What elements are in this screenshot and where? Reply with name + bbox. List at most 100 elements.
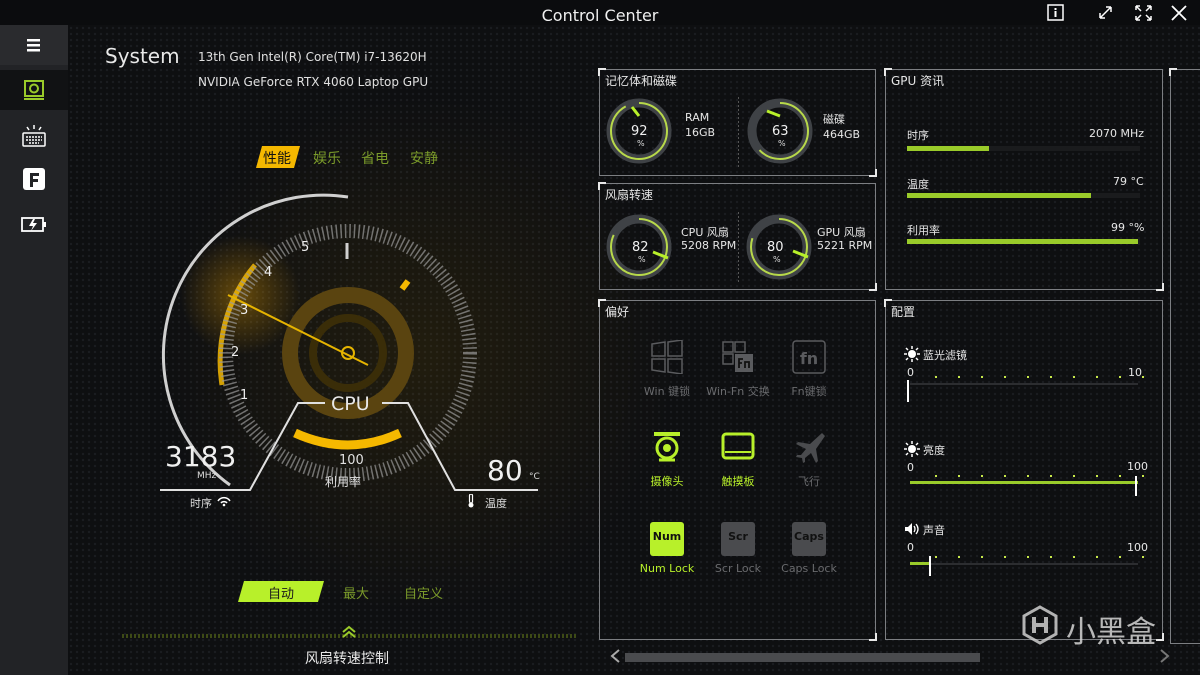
slider-dot — [1142, 556, 1144, 558]
fan-control-title[interactable]: 风扇转速控制 — [305, 648, 389, 668]
config-title: 配置 — [891, 305, 916, 319]
caps-lock-icon: Caps — [792, 522, 826, 556]
memory-divider — [738, 97, 739, 167]
gpu-temp-bar — [907, 193, 1140, 198]
speaker-icon — [905, 523, 919, 535]
volume-slider[interactable] — [910, 562, 1138, 565]
volume-min: 0 — [907, 541, 914, 554]
blue-light-handle[interactable] — [907, 380, 911, 402]
disk-unit: % — [778, 139, 786, 148]
close-icon[interactable] — [1168, 3, 1190, 23]
gpu-fan-value: 80 — [767, 240, 784, 255]
pref-win-lock[interactable]: Win 键锁 — [627, 339, 707, 399]
mode-performance[interactable]: 性能 — [263, 148, 291, 168]
slider-dot — [935, 475, 937, 477]
sidebar — [0, 25, 68, 675]
gpu-usage-value: 99 °% — [1111, 221, 1145, 234]
gpu-usage-bar — [907, 239, 1140, 244]
gpu-clock-bar-fill — [907, 146, 989, 151]
mode-power-saving[interactable]: 省电 — [361, 148, 389, 168]
fan-mode-custom[interactable]: 自定义 — [404, 583, 443, 602]
fan-mode-max[interactable]: 最大 — [343, 583, 369, 602]
pref-touchpad[interactable]: 触摸板 — [698, 430, 778, 489]
cpu-clock-value: 3183 — [165, 440, 237, 473]
svg-text:fn: fn — [800, 349, 818, 368]
chevron-up-icon[interactable] — [341, 625, 357, 639]
pref-win-fn-swap[interactable]: Win-Fn 交换 — [698, 340, 778, 399]
volume-slider-fill — [910, 562, 931, 565]
gpu-clock-bar — [907, 146, 1140, 151]
slider-dot — [1050, 475, 1052, 477]
mode-entertainment[interactable]: 娱乐 — [313, 148, 341, 168]
sidebar-item-battery[interactable] — [0, 205, 68, 245]
gauge-tick-1: 1 — [240, 388, 249, 403]
sidebar-item-fn[interactable] — [0, 160, 68, 200]
gpu-info-title: GPU 资讯 — [891, 74, 945, 88]
cpu-usage-value: 100 — [339, 453, 364, 468]
win-fn-swap-icon — [722, 341, 753, 372]
volume-handle[interactable] — [929, 556, 933, 576]
menu-icon — [27, 39, 40, 52]
ram-label: RAM — [685, 111, 710, 124]
slider-dot — [981, 376, 983, 378]
volume-max: 100 — [1127, 541, 1148, 554]
scrollbar-thumb[interactable] — [625, 653, 980, 662]
fan-mode-auto[interactable]: 自动 — [268, 583, 294, 602]
brightness-slider-fill — [910, 481, 1138, 484]
volume-label: 声音 — [923, 524, 945, 537]
disk-value: 63 — [772, 124, 789, 139]
sidebar-item-system[interactable] — [0, 70, 68, 110]
scroll-left-icon[interactable] — [608, 648, 622, 664]
slider-dot — [1119, 556, 1121, 558]
slider-dot — [981, 475, 983, 477]
gpu-usage-bar-fill — [907, 239, 1138, 244]
brightness-slider[interactable] — [910, 481, 1138, 484]
cpu-temp-label: 温度 — [485, 497, 507, 510]
scroll-right-icon[interactable] — [1158, 648, 1172, 664]
blue-light-min: 0 — [907, 366, 914, 379]
maximize-icon[interactable] — [1133, 3, 1155, 23]
sidebar-item-keyboard[interactable] — [0, 117, 68, 157]
pref-fn-lock[interactable]: fn Fn键锁 — [769, 340, 849, 399]
pref-num-lock[interactable]: Num Num Lock — [627, 522, 707, 575]
cpu-fan-value: 82 — [632, 240, 649, 255]
slider-dot — [958, 376, 960, 378]
num-lock-icon: Num — [650, 522, 684, 556]
gpu-temp-value: 79 °C — [1113, 175, 1144, 188]
gauge-tick-2: 2 — [231, 345, 240, 360]
ram-size: 16GB — [685, 126, 716, 139]
fan-speed-title: 风扇转速 — [605, 188, 654, 202]
slider-dot — [1119, 376, 1121, 378]
slider-dot — [1142, 376, 1144, 378]
slider-dot — [1050, 376, 1052, 378]
cpu-clock-unit: MHz — [197, 471, 217, 481]
blue-light-max: 10 — [1128, 366, 1142, 379]
cpu-label: CPU — [331, 393, 370, 415]
memory-title: 记忆体和磁碟 — [605, 74, 678, 88]
pref-caps-lock[interactable]: Caps Caps Lock — [769, 522, 849, 575]
cpu-icon — [24, 80, 44, 100]
slider-dot — [958, 556, 960, 558]
pref-camera[interactable]: 摄像头 — [627, 430, 707, 489]
slider-dot — [958, 475, 960, 477]
restore-icon[interactable] — [1095, 3, 1117, 23]
windows-icon — [651, 339, 683, 375]
mode-quiet[interactable]: 安静 — [410, 148, 438, 168]
blue-light-slider[interactable] — [910, 383, 1138, 385]
slider-dot — [981, 556, 983, 558]
slider-dot — [1004, 376, 1006, 378]
disk-size: 464GB — [823, 128, 861, 141]
pref-scroll-lock[interactable]: Scr Scr Lock — [698, 522, 778, 575]
info-icon[interactable] — [1045, 3, 1067, 23]
ram-value: 92 — [631, 124, 648, 139]
menu-button[interactable] — [0, 25, 68, 65]
watermark-text: 小黑盒 — [1066, 615, 1156, 650]
slider-dot — [935, 376, 937, 378]
gpu-usage-label: 利用率 — [907, 224, 940, 237]
f-icon — [23, 168, 45, 190]
cpu-fan-label: CPU 风扇 — [681, 226, 729, 239]
gauge-tick-4: 4 — [264, 265, 273, 280]
pref-airplane[interactable]: 飞行 — [769, 430, 849, 489]
slider-dot — [1004, 475, 1006, 477]
brightness-handle[interactable] — [1135, 476, 1139, 496]
